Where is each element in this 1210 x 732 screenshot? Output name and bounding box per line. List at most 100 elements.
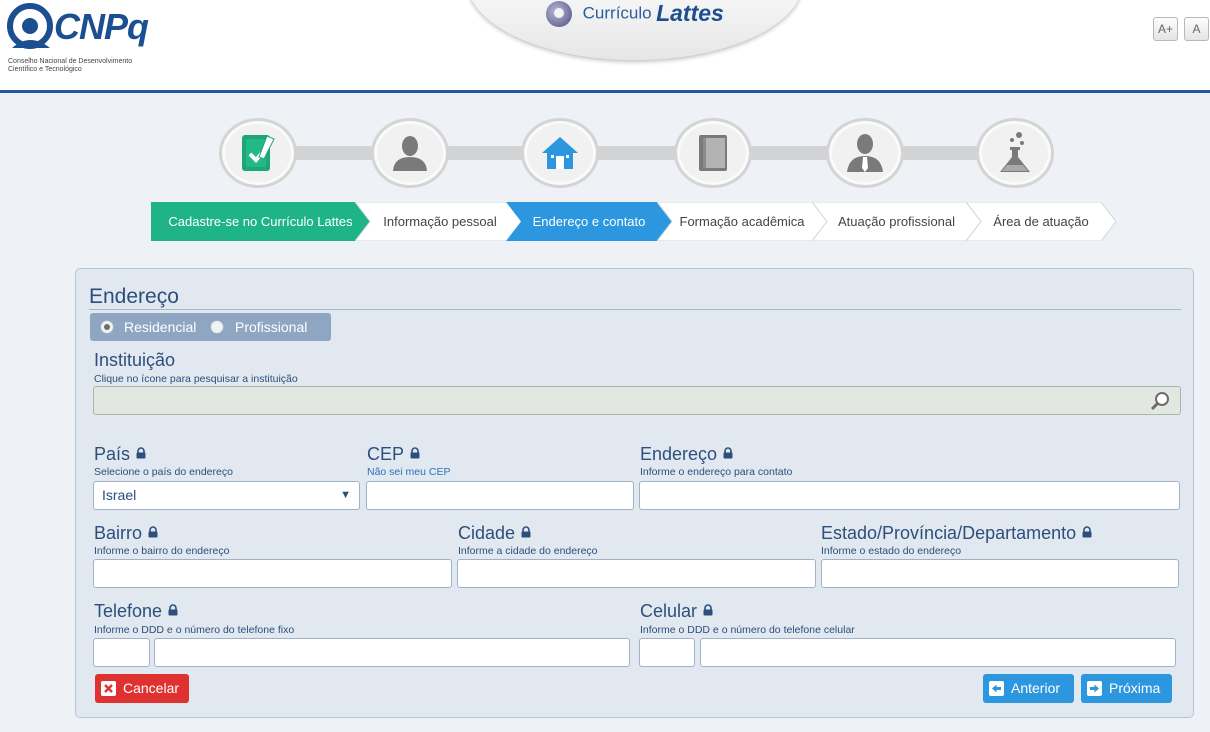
- step-formacao-academica-label: Formação acadêmica: [679, 214, 805, 229]
- logo-subtitle: Conselho Nacional de Desenvolvimento Cie…: [8, 58, 132, 74]
- cidade-hint: Informe a cidade do endereço: [458, 545, 598, 557]
- telefone-label-text: Telefone: [94, 601, 163, 621]
- bairro-label-text: Bairro: [94, 523, 143, 543]
- section-title: Endereço: [89, 285, 179, 308]
- home-icon: [542, 137, 578, 169]
- bairro-input[interactable]: [93, 559, 452, 588]
- close-icon: [101, 681, 116, 696]
- estado-input[interactable]: [821, 559, 1179, 588]
- step-circle-area-atuacao[interactable]: [976, 118, 1054, 188]
- lock-icon: [1082, 526, 1092, 538]
- lock-icon: [168, 604, 178, 616]
- person-icon: [393, 136, 427, 171]
- nao-sei-cep-link[interactable]: Não sei meu CEP: [367, 466, 450, 478]
- step-formacao-academica[interactable]: Formação acadêmica: [657, 202, 827, 241]
- caret-down-icon: ▼: [340, 489, 351, 501]
- wizard-steps: Cadastre-se no Currículo Lattes Informaç…: [151, 202, 1116, 241]
- font-increase-button[interactable]: A+: [1153, 17, 1178, 41]
- lock-icon: [703, 604, 713, 616]
- cep-label-text: CEP: [367, 444, 405, 464]
- cancel-button[interactable]: Cancelar: [95, 674, 189, 703]
- endereco-hint: Informe o endereço para contato: [640, 466, 793, 478]
- cnpq-logo[interactable]: CNPq Conselho Nacional de Desenvolviment…: [6, 2, 166, 80]
- address-form-panel: Endereço Residencial Profissional Instit…: [75, 268, 1194, 718]
- curriculo-lattes-title-tab: Currículo Lattes: [467, 0, 803, 60]
- endereco-label: Endereço: [640, 444, 733, 465]
- estado-hint: Informe o estado do endereço: [821, 545, 962, 557]
- step-atuacao-profissional[interactable]: Atuação profissional: [812, 202, 981, 241]
- telefone-numero-input[interactable]: [154, 638, 630, 667]
- page-header: CNPq Conselho Nacional de Desenvolviment…: [0, 0, 1210, 93]
- celular-numero-input[interactable]: [700, 638, 1176, 667]
- cancel-button-label: Cancelar: [123, 680, 180, 696]
- telefone-ddd-input[interactable]: [93, 638, 150, 667]
- logo-subtitle-line-2: Científico e Tecnológico: [8, 66, 82, 73]
- next-button[interactable]: Próxima: [1081, 674, 1172, 703]
- title-prefix: Currículo: [582, 3, 652, 23]
- previous-button[interactable]: Anterior: [983, 674, 1074, 703]
- cidade-label: Cidade: [458, 523, 531, 544]
- professional-icon: [847, 134, 883, 172]
- cidade-input[interactable]: [457, 559, 816, 588]
- title-main: Lattes: [656, 0, 724, 26]
- step-informacao-pessoal-label: Informação pessoal: [383, 214, 497, 229]
- step-endereco-contato[interactable]: Endereço e contato: [506, 202, 672, 241]
- step-circle-endereco[interactable]: [521, 118, 599, 188]
- estado-label: Estado/Província/Departamento: [821, 523, 1092, 544]
- step-area-atuacao[interactable]: Área de atuação: [966, 202, 1116, 241]
- celular-ddd-input[interactable]: [639, 638, 695, 667]
- logo-wordmark: CNPq: [54, 6, 149, 47]
- step-circle-cadastro[interactable]: [219, 118, 297, 188]
- section-divider: [89, 309, 1181, 310]
- arrow-right-icon: [1087, 681, 1102, 696]
- lock-icon: [521, 526, 531, 538]
- bairro-label: Bairro: [94, 523, 158, 544]
- step-circle-formacao[interactable]: [674, 118, 752, 188]
- pais-select[interactable]: Israel ▼: [93, 481, 360, 510]
- step-cadastre-se[interactable]: Cadastre-se no Currículo Lattes: [151, 202, 370, 241]
- lattes-logo-icon: [546, 0, 573, 27]
- step-circle-atuacao-profissional[interactable]: [826, 118, 904, 188]
- lock-icon: [723, 447, 733, 459]
- search-icon[interactable]: [1150, 391, 1170, 411]
- endereco-label-text: Endereço: [640, 444, 718, 464]
- previous-button-label: Anterior: [1011, 680, 1061, 696]
- cnpq-logo-mark-icon: [7, 3, 53, 49]
- estado-label-text: Estado/Província/Departamento: [821, 523, 1077, 543]
- radio-profissional-label[interactable]: Profissional: [235, 319, 307, 335]
- address-type-radio-group: Residencial Profissional: [90, 313, 331, 341]
- step-informacao-pessoal[interactable]: Informação pessoal: [355, 202, 525, 241]
- pais-label: País: [94, 444, 146, 465]
- step-atuacao-profissional-label: Atuação profissional: [837, 214, 956, 229]
- endereco-input[interactable]: [639, 481, 1180, 510]
- telefone-hint: Informe o DDD e o número do telefone fix…: [94, 624, 295, 636]
- cep-input[interactable]: [366, 481, 634, 510]
- font-reset-button[interactable]: A: [1184, 17, 1209, 41]
- pais-selected-value: Israel: [102, 487, 137, 503]
- flask-icon: [1000, 132, 1030, 172]
- step-circle-informacao-pessoal[interactable]: [371, 118, 449, 188]
- cep-label: CEP: [367, 444, 420, 465]
- radio-residencial[interactable]: [100, 320, 114, 334]
- telefone-label: Telefone: [94, 601, 178, 622]
- celular-label: Celular: [640, 601, 713, 622]
- step-cadastre-se-label: Cadastre-se no Currículo Lattes: [168, 214, 353, 229]
- bairro-hint: Informe o bairro do endereço: [94, 545, 230, 557]
- instituicao-field: [93, 386, 1181, 415]
- arrow-left-icon: [989, 681, 1004, 696]
- logo-subtitle-line-1: Conselho Nacional de Desenvolvimento: [8, 58, 133, 65]
- radio-profissional[interactable]: [210, 320, 224, 334]
- book-icon: [699, 135, 727, 171]
- celular-hint: Informe o DDD e o número do telefone cel…: [640, 624, 855, 636]
- lock-icon: [136, 447, 146, 459]
- step-endereco-contato-label: Endereço e contato: [532, 214, 646, 229]
- next-button-label: Próxima: [1109, 680, 1161, 696]
- celular-label-text: Celular: [640, 601, 698, 621]
- checklist-icon: [242, 135, 275, 171]
- radio-residencial-label[interactable]: Residencial: [124, 319, 196, 335]
- pais-label-text: País: [94, 444, 131, 464]
- instituicao-hint: Clique no ícone para pesquisar a institu…: [94, 373, 298, 385]
- step-area-atuacao-label: Área de atuação: [993, 214, 1089, 229]
- instituicao-label: Instituição: [94, 350, 176, 370]
- pais-hint: Selecione o país do endereço: [94, 466, 233, 478]
